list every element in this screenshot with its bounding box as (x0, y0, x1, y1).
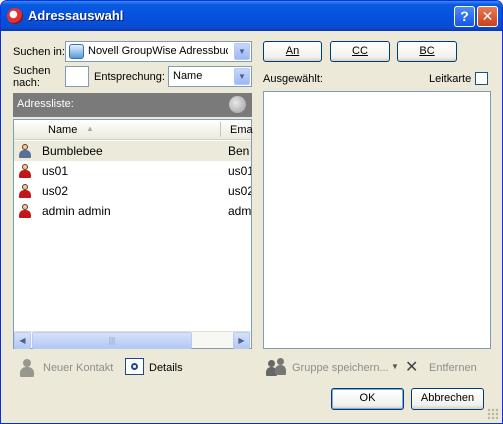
address-list-options-icon[interactable] (229, 96, 246, 113)
bc-button-label: BC (419, 45, 435, 57)
details-button[interactable]: Details (149, 362, 183, 374)
contact-icon (19, 184, 31, 198)
dropdown-arrow-icon[interactable]: ▼ (234, 68, 250, 85)
search-for-label-line1: Suchen (13, 65, 51, 77)
leitkarte-label: Leitkarte (429, 73, 472, 85)
row-name: admin admin (42, 204, 111, 218)
new-contact-icon (19, 359, 35, 377)
address-list-title: Adressliste: (17, 98, 74, 110)
table-row[interactable]: admin admin adm (14, 201, 251, 221)
sort-ascending-icon: ▲ (86, 124, 94, 133)
remove-icon: ✕ (405, 359, 419, 376)
cc-button-label: CC (352, 45, 368, 57)
match-label: Entsprechung: (94, 71, 165, 83)
remove-button[interactable]: Entfernen (429, 362, 477, 374)
row-name: us01 (42, 164, 69, 178)
save-group-button[interactable]: Gruppe speichern... (292, 362, 389, 374)
title-bar[interactable]: Adressauswahl ? ✕ (1, 1, 502, 31)
leitkarte-checkbox[interactable] (475, 72, 488, 85)
table-row[interactable]: us02 us02 (14, 181, 251, 201)
column-email[interactable]: Ema (230, 124, 253, 136)
cc-button[interactable]: CC (330, 41, 390, 62)
row-email: adm (228, 204, 251, 218)
column-name[interactable]: Name (48, 124, 77, 136)
search-for-input[interactable] (65, 66, 89, 87)
save-group-icon (266, 358, 290, 378)
search-for-label-line2: nach: (13, 77, 40, 89)
scrollbar-thumb[interactable]: ||| (32, 332, 192, 349)
groupwise-app-icon (7, 8, 23, 24)
table-row[interactable]: us01 us01 (14, 161, 251, 181)
scroll-left-icon[interactable]: ◀ (14, 332, 31, 349)
address-list[interactable]: Name ▲ Ema Bumblebee Ben us01 us01 us02 … (13, 119, 253, 349)
resize-grip[interactable] (487, 408, 499, 420)
save-group-dropdown-icon[interactable]: ▼ (391, 362, 399, 371)
table-row[interactable]: Bumblebee Ben (14, 141, 251, 161)
contact-icon (19, 144, 31, 158)
column-divider (220, 122, 221, 137)
address-book-icon (69, 44, 84, 59)
address-selection-dialog: Adressauswahl ? ✕ Suchen in: Novell Grou… (0, 0, 503, 424)
selected-recipients-list[interactable] (263, 91, 491, 349)
row-name: Bumblebee (42, 144, 103, 158)
help-button[interactable]: ? (454, 6, 475, 27)
row-name: us02 (42, 184, 69, 198)
new-contact-button[interactable]: Neuer Kontakt (43, 362, 113, 374)
close-button[interactable]: ✕ (477, 6, 498, 27)
row-email: Ben (228, 144, 250, 158)
search-in-dropdown[interactable]: Novell GroupWise Adressbuch ▼ (65, 41, 252, 62)
match-value: Name (173, 70, 203, 82)
dropdown-arrow-icon[interactable]: ▼ (234, 43, 250, 60)
to-button[interactable]: An (263, 41, 322, 62)
cancel-button[interactable]: Abbrechen (411, 388, 484, 410)
window-title: Adressauswahl (28, 8, 124, 23)
address-list-header: Adressliste: (13, 93, 252, 117)
search-in-value: Novell GroupWise Adressbuch (88, 45, 228, 57)
contact-icon (19, 204, 31, 218)
match-dropdown[interactable]: Name ▼ (168, 66, 252, 87)
ok-button[interactable]: OK (331, 388, 404, 410)
search-for-label: Suchen nach: (13, 65, 50, 89)
address-list-columns: Name ▲ Ema (14, 120, 253, 140)
contact-icon (19, 164, 31, 178)
details-icon (125, 358, 144, 375)
horizontal-scrollbar[interactable]: ◀ ||| ▶ (14, 331, 251, 349)
to-button-label: An (285, 45, 300, 57)
row-email: us02 (228, 184, 251, 198)
scroll-right-icon[interactable]: ▶ (233, 332, 250, 349)
bc-button[interactable]: BC (397, 41, 457, 62)
search-in-label: Suchen in: (13, 46, 65, 58)
selected-label: Ausgewählt: (263, 73, 323, 85)
row-email: us01 (228, 164, 251, 178)
